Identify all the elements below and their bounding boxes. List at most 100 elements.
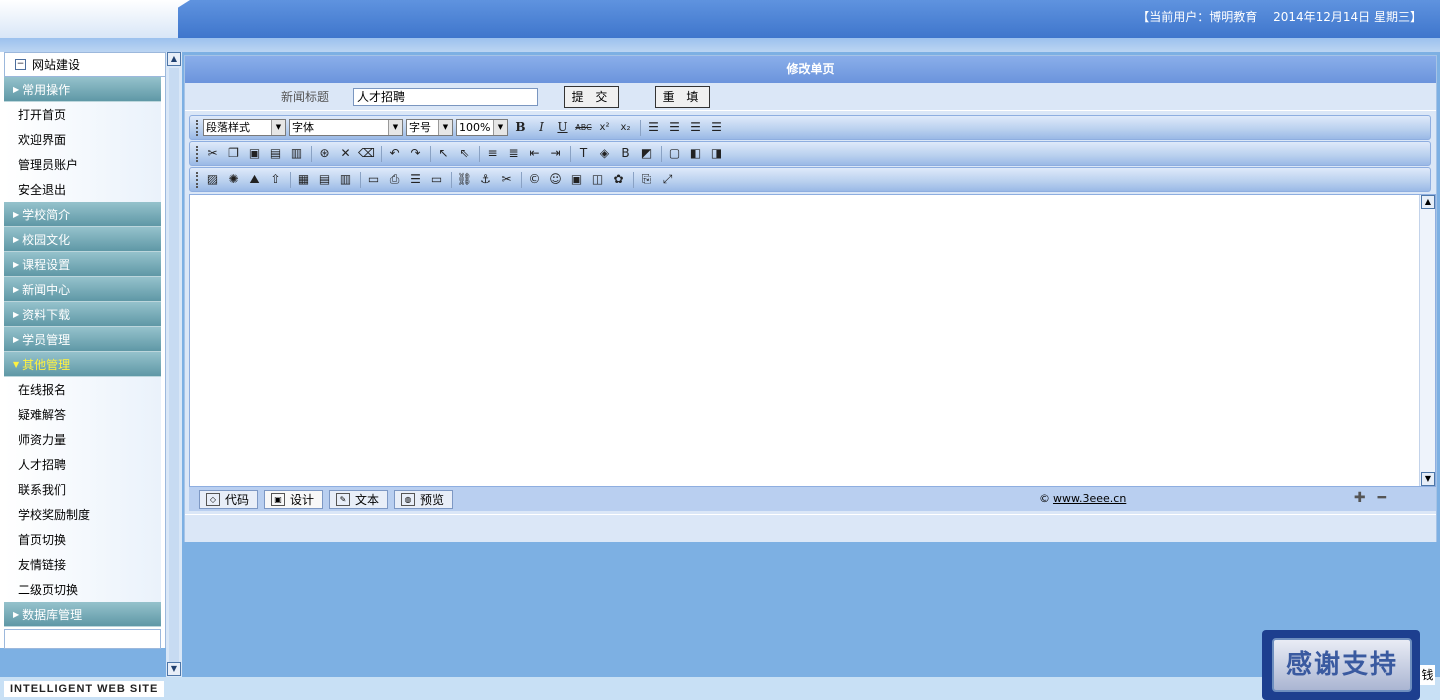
scroll-up-icon[interactable]: ▲ (1421, 195, 1435, 209)
table-icon[interactable]: ▦ (294, 170, 313, 189)
sidebar-item[interactable]: 师资力量 (4, 427, 161, 452)
credit-link[interactable]: www.3eee.cn (1053, 492, 1126, 505)
underline-icon[interactable]: U (553, 118, 572, 137)
special-char-icon[interactable]: © (525, 170, 544, 189)
scroll-down-icon[interactable]: ▼ (167, 662, 181, 676)
sidebar-section[interactable]: ▶ 校园文化 (4, 227, 161, 252)
remove-format-icon[interactable]: ◩ (637, 144, 656, 163)
font-select[interactable]: 字体 ▼ (289, 119, 403, 136)
align-right-icon[interactable]: ☰ (686, 118, 705, 137)
mode-tab[interactable]: ✎ 文本 (329, 489, 389, 509)
paste-icon[interactable]: ▣ (245, 144, 264, 163)
form-icon[interactable]: ▭ (364, 170, 383, 189)
superscript-icon[interactable]: x² (595, 118, 614, 137)
sidebar-item[interactable]: 疑难解答 (4, 402, 161, 427)
strikethrough-icon[interactable]: ABC (574, 118, 593, 137)
unlink-icon[interactable]: ✂ (497, 170, 516, 189)
fullscreen-icon[interactable]: ⤢ (658, 170, 677, 189)
image-icon[interactable]: ▨ (203, 170, 222, 189)
plus-icon[interactable]: ✚ (1354, 490, 1366, 506)
frame-icon[interactable]: ▢ (665, 144, 684, 163)
sidebar-item[interactable]: 首页切换 (4, 527, 161, 552)
deselect-icon[interactable]: ⇖ (455, 144, 474, 163)
cut-icon[interactable]: ✂ (203, 144, 222, 163)
redo-icon[interactable]: ↷ (406, 144, 425, 163)
sidebar-section[interactable]: ▶ 新闻中心 (4, 277, 161, 302)
emoticon-icon[interactable]: ☺ (546, 170, 565, 189)
italic-icon[interactable]: I (532, 118, 551, 137)
link-icon[interactable]: ⛓ (455, 170, 474, 189)
sidebar-item[interactable]: 联系我们 (4, 477, 161, 502)
align-center-icon[interactable]: ☰ (665, 118, 684, 137)
mode-tab[interactable]: ◍ 预览 (394, 489, 454, 509)
font-size-select[interactable]: 字号 ▼ (406, 119, 453, 136)
highlight-icon[interactable]: ◈ (595, 144, 614, 163)
editor-scrollbar[interactable]: ▲ ▼ (1419, 195, 1435, 486)
submit-button[interactable]: 提 交 (564, 85, 619, 108)
align-left-icon[interactable]: ☰ (644, 118, 663, 137)
sidebar-item[interactable]: 欢迎界面 (4, 127, 161, 152)
sidebar-scrollbar[interactable]: ▲ ▼ (166, 52, 182, 677)
subscript-icon[interactable]: x₂ (616, 118, 635, 137)
paste-word-icon[interactable]: ▥ (287, 144, 306, 163)
news-title-input[interactable] (353, 87, 538, 106)
sidebar-item[interactable]: 友情链接 (4, 552, 161, 577)
ordered-list-icon[interactable]: ≡ (483, 144, 502, 163)
layers-icon[interactable]: ◨ (707, 144, 726, 163)
upload-icon[interactable]: ⇧ (266, 170, 285, 189)
scroll-up-icon[interactable]: ▲ (167, 52, 181, 66)
paste-text-icon[interactable]: ▤ (266, 144, 285, 163)
layer-icon[interactable]: ◧ (686, 144, 705, 163)
sidebar-item[interactable]: 打开首页 (4, 102, 161, 127)
document-icon[interactable]: ⎙ (385, 170, 404, 189)
sidebar-root[interactable]: − 网站建设 (4, 52, 166, 77)
sidebar-section[interactable]: ▶ 学校简介 (4, 202, 161, 227)
outdent-icon[interactable]: ⇤ (525, 144, 544, 163)
minus-icon[interactable]: ━ (1378, 490, 1386, 506)
time-icon[interactable]: ◫ (588, 170, 607, 189)
copy-icon[interactable]: ❐ (224, 144, 243, 163)
select-all-icon[interactable]: ↖ (434, 144, 453, 163)
find-icon[interactable]: ⊛ (315, 144, 334, 163)
mode-tab[interactable]: ◇ 代码 (199, 489, 259, 509)
mode-tab[interactable]: ▣ 设计 (264, 489, 324, 509)
marquee-icon[interactable]: ▭ (427, 170, 446, 189)
media-icon[interactable]: ⛰ (245, 170, 264, 189)
undo-icon[interactable]: ↶ (385, 144, 404, 163)
flash-icon[interactable]: ✺ (224, 170, 243, 189)
page-break-icon[interactable]: ⎘ (637, 170, 656, 189)
scroll-track[interactable] (169, 68, 179, 662)
eraser-icon[interactable]: ⌫ (357, 144, 376, 163)
collapse-icon[interactable]: − (15, 59, 26, 70)
bug-icon[interactable]: ✿ (609, 170, 628, 189)
indent-icon[interactable]: ⇥ (546, 144, 565, 163)
date-icon[interactable]: ▣ (567, 170, 586, 189)
sidebar-item[interactable]: 安全退出 (4, 177, 161, 202)
sidebar-section[interactable]: ▶ 数据库管理 (4, 602, 161, 627)
bold-icon[interactable]: B (511, 118, 530, 137)
sidebar-item[interactable]: 人才招聘 (4, 452, 161, 477)
sidebar-item[interactable]: 在线报名 (4, 377, 161, 402)
reset-button[interactable]: 重 填 (655, 85, 710, 108)
sidebar-section[interactable]: ▶ 课程设置 (4, 252, 161, 277)
paragraph-style-select[interactable]: 段落样式 ▼ (203, 119, 286, 136)
sidebar-item[interactable]: 学校奖励制度 (4, 502, 161, 527)
unordered-list-icon[interactable]: ≣ (504, 144, 523, 163)
sidebar-item[interactable]: 二级页切换 (4, 577, 161, 602)
sidebar-item[interactable]: 管理员账户 (4, 152, 161, 177)
thanks-badge[interactable]: 感谢支持 (1262, 630, 1420, 700)
table-col-icon[interactable]: ▥ (336, 170, 355, 189)
zoom-select[interactable]: 100% ▼ (456, 119, 508, 136)
background-color-icon[interactable]: B (616, 144, 635, 163)
editor-content-area[interactable]: ▲ ▼ (189, 194, 1436, 487)
align-justify-icon[interactable]: ☰ (707, 118, 726, 137)
sidebar-section[interactable]: ▶ 常用操作 (4, 77, 161, 102)
hr-icon[interactable]: ☰ (406, 170, 425, 189)
delete-icon[interactable]: ✕ (336, 144, 355, 163)
table-row-icon[interactable]: ▤ (315, 170, 334, 189)
text-color-icon[interactable]: T (574, 144, 593, 163)
sidebar-section[interactable]: ▶ 资料下载 (4, 302, 161, 327)
scroll-down-icon[interactable]: ▼ (1421, 472, 1435, 486)
sidebar-section[interactable]: ▼ 其他管理 (4, 352, 161, 377)
anchor-icon[interactable]: ⚓ (476, 170, 495, 189)
